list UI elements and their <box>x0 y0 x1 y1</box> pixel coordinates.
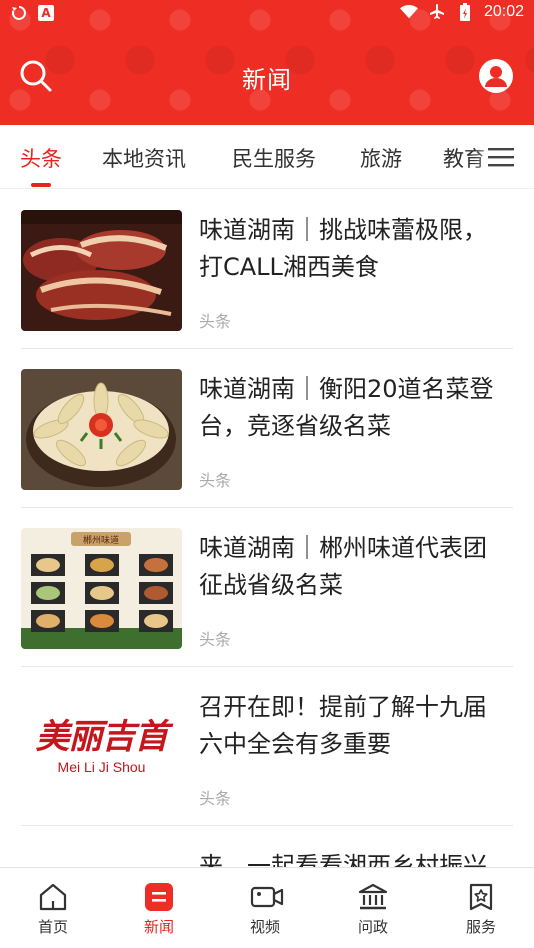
thumbnail-caption: 郴州味道 <box>83 534 119 546</box>
nav-label: 新闻 <box>143 918 174 936</box>
status-time: 20:02 <box>483 3 524 20</box>
news-title[interactable]: 味道湖南｜挑战味蕾极限，打CALL湘西美食 <box>199 212 509 286</box>
government-icon <box>358 882 388 912</box>
news-source: 头条 <box>199 312 232 331</box>
category-tabs: 头条 本地资讯 民生服务 旅游 教育 <box>0 125 534 189</box>
user-profile-icon[interactable] <box>478 58 514 94</box>
news-source: 头条 <box>199 630 232 649</box>
menu-icon[interactable] <box>488 145 514 169</box>
news-source: 头条 <box>199 789 232 808</box>
news-item[interactable]: 味道湖南｜衡阳20道名菜登台，竞逐省级名菜 头条 <box>0 349 534 508</box>
app-header: 新闻 <box>0 28 534 125</box>
meili-jishou-logo: 美丽吉首 <box>21 846 182 867</box>
app-a-icon: A <box>38 5 54 21</box>
bottom-navigation: 首页 新闻 视频 问政 服务 <box>0 867 534 948</box>
nav-label: 问政 <box>357 918 388 936</box>
news-item[interactable]: 郴州味道 味道湖南｜郴州味道代表团征战省级名菜 头条 <box>0 508 534 667</box>
nav-news[interactable]: 新闻 <box>106 868 212 948</box>
dish-platter-thumbnail <box>21 369 182 490</box>
sync-icon <box>10 4 28 22</box>
top-banner: A 20:02 新闻 <box>0 0 534 125</box>
video-icon <box>250 882 284 912</box>
status-bar: A 20:02 <box>0 0 534 28</box>
news-icon <box>144 882 174 912</box>
battery-icon <box>456 3 474 21</box>
cured-meat-thumbnail <box>21 210 182 331</box>
active-tab-indicator <box>31 183 51 187</box>
news-item[interactable]: 美丽吉首 Mei Li Ji Shou 召开在即！提前了解十九届六中全会有多重要… <box>0 667 534 826</box>
news-title[interactable]: 召开在即！提前了解十九届六中全会有多重要 <box>199 689 509 763</box>
tab-public-services[interactable]: 民生服务 <box>232 143 316 173</box>
news-source: 头条 <box>199 471 232 490</box>
nav-home[interactable]: 首页 <box>0 868 106 948</box>
nav-label: 服务 <box>465 918 496 936</box>
wifi-icon <box>399 3 418 21</box>
nav-label: 首页 <box>37 918 68 936</box>
airplane-icon <box>428 3 446 21</box>
tab-travel[interactable]: 旅游 <box>360 143 402 173</box>
tab-local-news[interactable]: 本地资讯 <box>102 143 186 173</box>
news-title[interactable]: 味道湖南｜衡阳20道名菜登台，竞逐省级名菜 <box>199 371 509 445</box>
nav-government[interactable]: 问政 <box>320 868 426 948</box>
news-item[interactable]: 味道湖南｜挑战味蕾极限，打CALL湘西美食 头条 <box>0 190 534 349</box>
dish-grid-thumbnail: 郴州味道 <box>21 528 182 649</box>
news-item[interactable]: 美丽吉首 来，一起看看湘西乡村振兴 <box>0 826 534 867</box>
nav-label: 视频 <box>249 918 280 936</box>
logo-chinese-text: 美丽吉首 <box>35 717 169 757</box>
news-title[interactable]: 味道湖南｜郴州味道代表团征战省级名菜 <box>199 530 509 604</box>
home-icon <box>38 882 68 912</box>
nav-video[interactable]: 视频 <box>212 868 318 948</box>
tab-headlines[interactable]: 头条 <box>20 143 62 173</box>
news-list: 味道湖南｜挑战味蕾极限，打CALL湘西美食 头条 味道湖南｜衡阳20道名菜登台，… <box>0 190 534 867</box>
nav-service[interactable]: 服务 <box>428 868 534 948</box>
service-icon <box>466 882 496 912</box>
meili-jishou-logo: 美丽吉首 Mei Li Ji Shou <box>21 687 182 808</box>
logo-english-text: Mei Li Ji Shou <box>57 759 146 775</box>
news-title[interactable]: 来，一起看看湘西乡村振兴 <box>199 848 509 867</box>
page-title: 新闻 <box>242 66 292 94</box>
